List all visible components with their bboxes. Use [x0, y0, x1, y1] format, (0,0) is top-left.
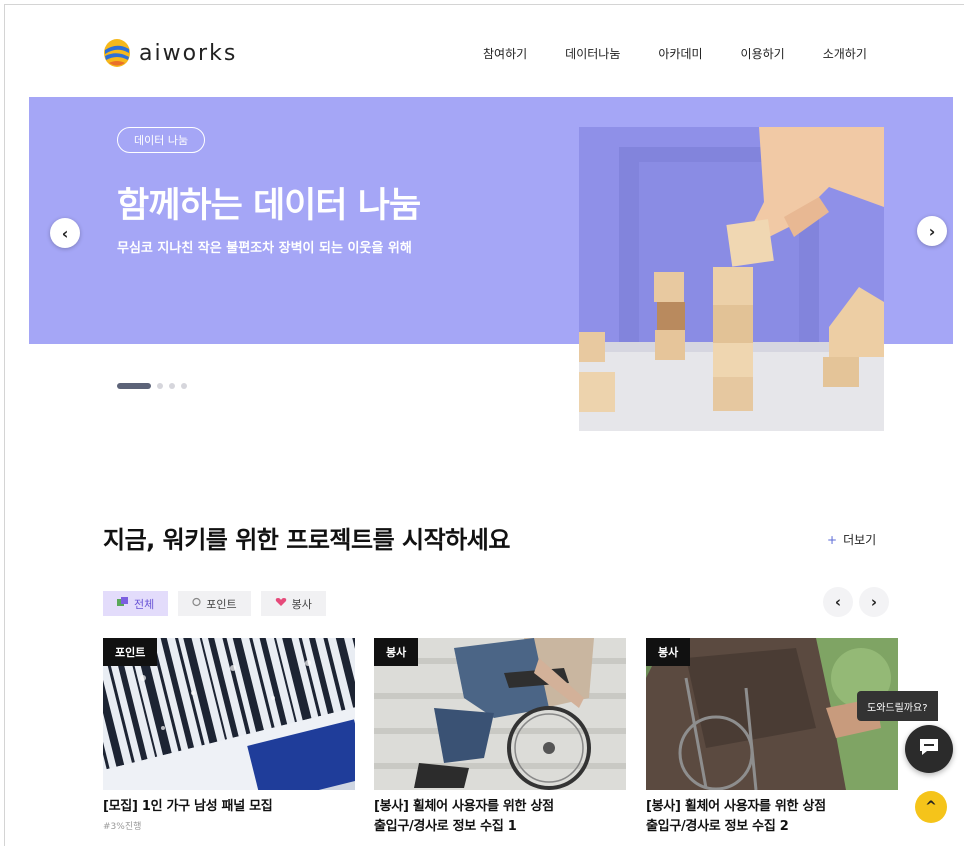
filter-all-label: 전체 [134, 597, 155, 611]
card-tag: 포인트 [103, 638, 158, 666]
chevron-left-icon: ‹ [834, 593, 842, 611]
card-tag: 봉사 [646, 638, 691, 666]
nav-item-participate[interactable]: 참여하기 [483, 45, 527, 62]
banner-photo-blocks [579, 127, 884, 431]
chat-message-icon [918, 737, 940, 761]
banner-next-button[interactable]: › [917, 216, 947, 246]
card-title-line-2: 출입구/경사로 정보 수집 2 [646, 819, 789, 834]
banner-prev-button[interactable]: ‹ [50, 218, 80, 248]
cards-next-button[interactable]: › [859, 587, 889, 617]
pagination-dot[interactable] [181, 383, 187, 389]
filter-point[interactable]: 포인트 [178, 591, 251, 616]
nav-item-about[interactable]: 소개하기 [823, 45, 867, 62]
card-title: [모집] 1인 가구 남성 패널 모집 [103, 799, 273, 814]
scroll-top-button[interactable]: ^ [915, 791, 947, 823]
filter-volunteer-label: 봉사 [291, 597, 312, 611]
project-card[interactable]: 봉사 [봉사] 휠체어 사용자를 위한 상점 출입구/경사로 정보 수집 2 [646, 638, 898, 837]
layers-icon [117, 597, 129, 610]
card-image-wheelchair: 봉사 [374, 638, 626, 790]
more-label: 더보기 [843, 533, 877, 547]
card-tag: 봉사 [374, 638, 419, 666]
card-image-barcode: 포인트 [103, 638, 355, 790]
banner-category-chip[interactable]: 데이터 나눔 [117, 127, 206, 153]
card-meta: #3%진행 [103, 822, 142, 832]
section-title: 지금, 워키를 위한 프로젝트를 시작하세요 [103, 526, 510, 554]
project-card[interactable]: 봉사 [봉사] 휠체어 사용자를 위한 상점 출입구/경사로 정보 수집 1 [374, 638, 626, 837]
pagination-dot[interactable] [169, 383, 175, 389]
pagination-dot[interactable] [157, 383, 163, 389]
more-button[interactable]: + 더보기 [827, 531, 876, 548]
site-logo[interactable]: aiworks [103, 38, 237, 68]
card-title: [봉사] 휠체어 사용자를 위한 상점 출입구/경사로 정보 수집 2 [646, 797, 898, 837]
filter-point-label: 포인트 [206, 597, 237, 611]
chat-tooltip-close-icon[interactable]: × [939, 691, 953, 705]
main-nav: 참여하기 데이터나눔 아카데미 이용하기 소개하기 [483, 45, 867, 62]
chat-tooltip: 도와드릴까요? [857, 691, 938, 721]
cards-prev-button[interactable]: ‹ [823, 587, 853, 617]
chevron-right-icon: › [928, 221, 936, 241]
nav-item-usage[interactable]: 이용하기 [741, 45, 785, 62]
chevron-left-icon: ‹ [61, 223, 69, 243]
logo-mark-icon [103, 38, 131, 68]
filter-volunteer[interactable]: 봉사 [260, 591, 326, 616]
page-frame: aiworks 참여하기 데이터나눔 아카데미 이용하기 소개하기 데이터 나눔… [4, 4, 964, 846]
project-card[interactable]: 포인트 [모집] 1인 가구 남성 패널 모집 #3%진행 [103, 638, 355, 832]
chevron-up-icon: ^ [925, 799, 937, 815]
card-title-line-2: 출입구/경사로 정보 수집 1 [374, 819, 517, 834]
card-title: [봉사] 휠체어 사용자를 위한 상점 출입구/경사로 정보 수집 1 [374, 797, 626, 837]
pagination-dot-active[interactable] [117, 383, 151, 389]
chat-button[interactable] [905, 725, 953, 773]
card-carousel-controls: ‹ › [823, 587, 889, 617]
card-title-line-1: [봉사] 휠체어 사용자를 위한 상점 [646, 799, 826, 814]
plus-icon: + [827, 532, 838, 547]
logo-text: aiworks [139, 40, 238, 66]
coin-icon [192, 597, 201, 610]
banner-subtitle: 무심코 지나친 작은 불편조차 장벽이 되는 이웃을 위해 [117, 241, 412, 256]
chevron-right-icon: › [870, 593, 878, 611]
banner-title: 함께하는 데이터 나눔 [117, 186, 421, 226]
heart-hand-icon [275, 597, 287, 610]
nav-item-academy[interactable]: 아카데미 [658, 45, 702, 62]
category-filters: 전체 포인트 봉사 [103, 591, 326, 616]
card-title-line-1: [봉사] 휠체어 사용자를 위한 상점 [374, 799, 554, 814]
banner-pagination [117, 383, 187, 389]
filter-all[interactable]: 전체 [103, 591, 169, 616]
nav-item-data-sharing[interactable]: 데이터나눔 [565, 45, 620, 62]
